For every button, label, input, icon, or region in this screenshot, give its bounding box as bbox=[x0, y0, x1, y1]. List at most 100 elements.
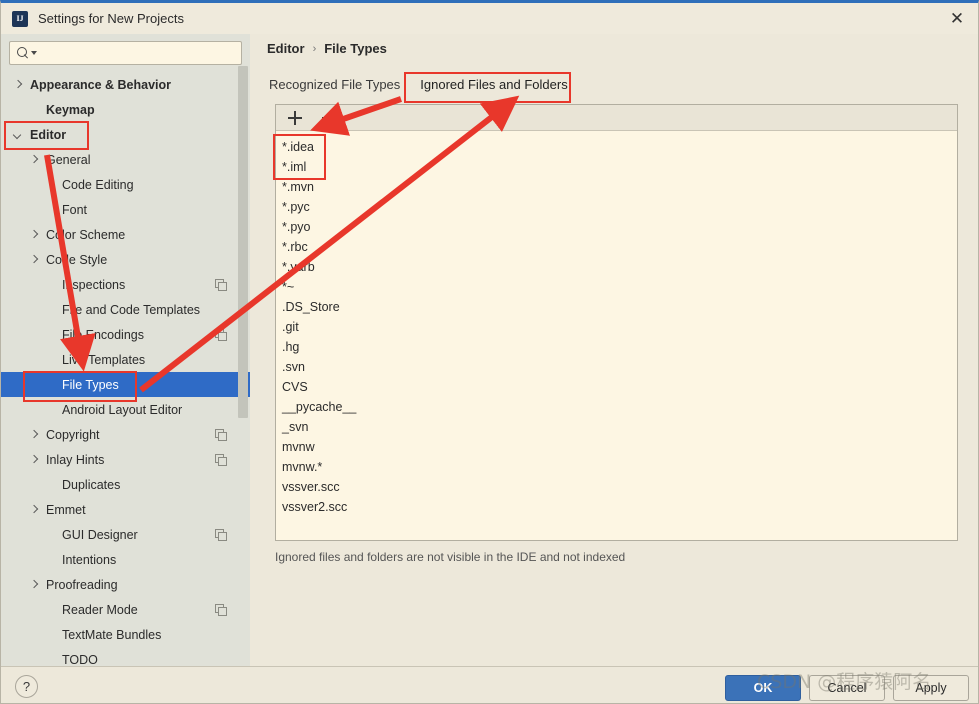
list-item[interactable]: *.yarb bbox=[278, 257, 957, 277]
sidebar-item-label: General bbox=[46, 152, 91, 167]
search-field[interactable] bbox=[9, 41, 242, 65]
list-item[interactable]: vssver.scc bbox=[278, 477, 957, 497]
list-item[interactable]: .hg bbox=[278, 337, 957, 357]
chevron-right-icon[interactable] bbox=[29, 454, 40, 465]
sidebar-item-live-templates[interactable]: Live Templates bbox=[1, 347, 250, 372]
sidebar-item-todo[interactable]: TODO bbox=[1, 647, 250, 667]
chevron-right-icon[interactable] bbox=[13, 79, 24, 90]
list-item[interactable]: *.pyo bbox=[278, 217, 957, 237]
chevron-right-icon[interactable] bbox=[29, 429, 40, 440]
chevron-right-icon[interactable] bbox=[29, 504, 40, 515]
settings-sidebar: Appearance & Behavior Keymap Editor General… bbox=[1, 34, 250, 666]
sidebar-item-textmate-bundles[interactable]: TextMate Bundles bbox=[1, 622, 250, 647]
sidebar-item-inspections[interactable]: Inspections bbox=[1, 272, 250, 297]
sidebar-item-duplicates[interactable]: Duplicates bbox=[1, 472, 250, 497]
sidebar-item-label: Appearance & Behavior bbox=[30, 77, 172, 92]
sidebar-item-file-and-code-templates[interactable]: File and Code Templates bbox=[1, 297, 250, 322]
list-item[interactable]: .DS_Store bbox=[278, 297, 957, 317]
ok-button[interactable]: OK bbox=[725, 675, 801, 701]
copy-icon bbox=[215, 604, 227, 616]
sidebar-item-editor[interactable]: Editor bbox=[1, 122, 250, 147]
window-title: Settings for New Projects bbox=[38, 11, 184, 26]
list-item[interactable]: .git bbox=[278, 317, 957, 337]
list-item[interactable]: vssver2.scc bbox=[278, 497, 957, 517]
copy-icon bbox=[215, 529, 227, 541]
sidebar-item-color-scheme[interactable]: Color Scheme bbox=[1, 222, 250, 247]
sidebar-item-label: Intentions bbox=[62, 552, 117, 567]
sidebar-item-general[interactable]: General bbox=[1, 147, 250, 172]
sidebar-item-keymap[interactable]: Keymap bbox=[1, 97, 250, 122]
list-item[interactable]: CVS bbox=[278, 377, 957, 397]
sidebar-item-label: Copyright bbox=[46, 427, 100, 442]
sidebar-item-label: TODO bbox=[62, 652, 98, 667]
list-item[interactable]: *.idea bbox=[278, 137, 957, 157]
sidebar-item-android-layout-editor[interactable]: Android Layout Editor bbox=[1, 397, 250, 422]
sidebar-item-label: Editor bbox=[30, 127, 67, 142]
sidebar-item-inlay-hints[interactable]: Inlay Hints bbox=[1, 447, 250, 472]
list-item[interactable]: *.iml bbox=[278, 157, 957, 177]
sidebar-item-appearance-behavior[interactable]: Appearance & Behavior bbox=[1, 72, 250, 97]
chevron-right-icon[interactable] bbox=[29, 254, 40, 265]
copy-icon bbox=[215, 429, 227, 441]
intellij-idea-icon bbox=[12, 10, 28, 27]
sidebar-item-label: TextMate Bundles bbox=[62, 627, 162, 642]
list-item[interactable]: __pycache__ bbox=[278, 397, 957, 417]
help-button[interactable]: ? bbox=[15, 675, 38, 698]
search-input[interactable] bbox=[41, 45, 231, 61]
breadcrumb: Editor › File Types bbox=[267, 41, 387, 56]
list-item[interactable]: mvnw bbox=[278, 437, 957, 457]
sidebar-item-file-types[interactable]: File Types bbox=[1, 372, 250, 397]
sidebar-item-label: File and Code Templates bbox=[62, 302, 201, 317]
sidebar-item-intentions[interactable]: Intentions bbox=[1, 547, 250, 572]
list-item[interactable]: *~ bbox=[278, 277, 957, 297]
sidebar-item-reader-mode[interactable]: Reader Mode bbox=[1, 597, 250, 622]
breadcrumb-root[interactable]: Editor bbox=[267, 41, 305, 56]
minus-icon[interactable] bbox=[320, 109, 338, 127]
sidebar-item-gui-designer[interactable]: GUI Designer bbox=[1, 522, 250, 547]
chevron-right-icon[interactable] bbox=[29, 154, 40, 165]
chevron-right-icon[interactable] bbox=[29, 229, 40, 240]
sidebar-item-label: File Encodings bbox=[62, 327, 144, 342]
chevron-down-icon bbox=[31, 51, 37, 55]
list-item[interactable]: mvnw.* bbox=[278, 457, 957, 477]
ignored-list-box: *.idea *.iml *.mvn *.pyc *.pyo *.rbc *.yarb *~.… bbox=[275, 104, 958, 541]
list-item[interactable]: .svn bbox=[278, 357, 957, 377]
sidebar-item-label: Emmet bbox=[46, 502, 86, 517]
sidebar-item-emmet[interactable]: Emmet bbox=[1, 497, 250, 522]
list-item[interactable]: *.rbc bbox=[278, 237, 957, 257]
copy-icon bbox=[215, 279, 227, 291]
cancel-button[interactable]: Cancel bbox=[809, 675, 885, 701]
main-panel: Editor › File Types Recognized File Type… bbox=[250, 34, 978, 666]
chevron-right-icon[interactable] bbox=[29, 579, 40, 590]
sidebar-item-label: Color Scheme bbox=[46, 227, 126, 242]
sidebar-item-code-editing[interactable]: Code Editing bbox=[1, 172, 250, 197]
list-hint-text: Ignored files and folders are not visibl… bbox=[275, 550, 626, 564]
sidebar-item-label: Android Layout Editor bbox=[62, 402, 183, 417]
list-item[interactable]: _svn bbox=[278, 417, 957, 437]
sidebar-item-proofreading[interactable]: Proofreading bbox=[1, 572, 250, 597]
sidebar-scrollbar-thumb[interactable] bbox=[238, 66, 248, 418]
tab-recognized-file-types[interactable]: Recognized File Types bbox=[267, 72, 410, 98]
list-item[interactable]: *.mvn bbox=[278, 177, 957, 197]
sidebar-item-label: File Types bbox=[62, 377, 119, 392]
chevron-down-icon[interactable] bbox=[13, 129, 24, 140]
apply-button[interactable]: Apply bbox=[893, 675, 969, 701]
sidebar-item-font[interactable]: Font bbox=[1, 197, 250, 222]
sidebar-item-copyright[interactable]: Copyright bbox=[1, 422, 250, 447]
sidebar-item-label: GUI Designer bbox=[62, 527, 138, 542]
tab-ignored-files-and-folders[interactable]: Ignored Files and Folders bbox=[410, 72, 577, 98]
sidebar-item-label: Inspections bbox=[62, 277, 126, 292]
list-item[interactable]: *.pyc bbox=[278, 197, 957, 217]
plus-icon[interactable] bbox=[286, 109, 304, 127]
sidebar-scrollbar[interactable] bbox=[238, 34, 249, 628]
sidebar-item-file-encodings[interactable]: File Encodings bbox=[1, 322, 250, 347]
sidebar-item-code-style[interactable]: Code Style bbox=[1, 247, 250, 272]
close-icon[interactable]: ✕ bbox=[934, 3, 978, 34]
sidebar-item-label: Keymap bbox=[46, 102, 95, 117]
ignored-items-list[interactable]: *.idea *.iml *.mvn *.pyc *.pyo *.rbc *.yarb *~.… bbox=[276, 131, 957, 540]
